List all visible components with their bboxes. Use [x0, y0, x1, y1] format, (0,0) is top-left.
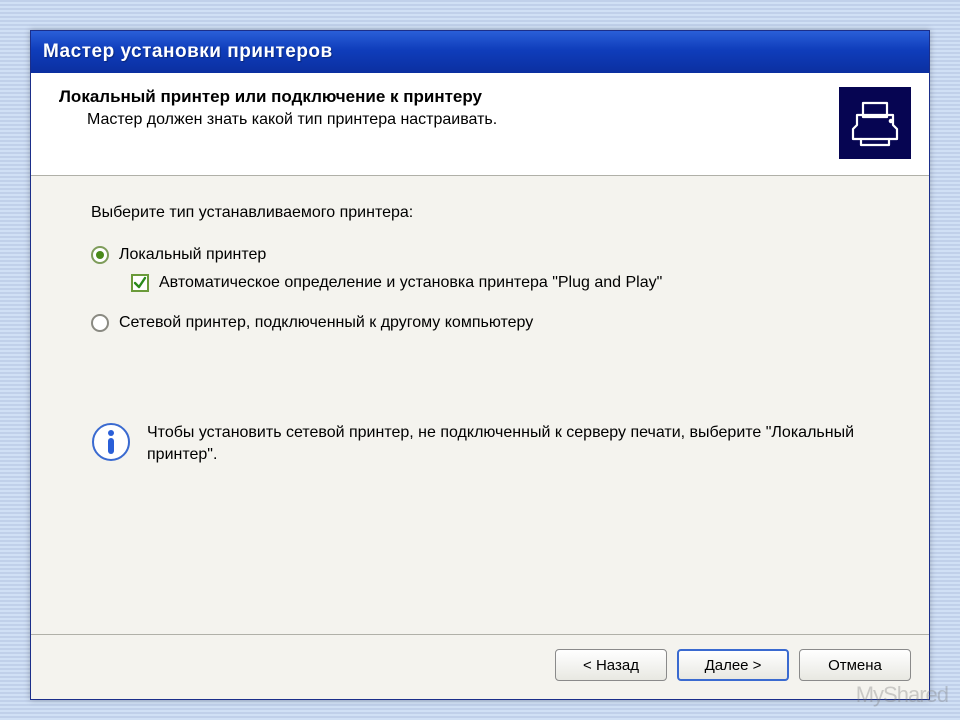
header-subtitle: Мастер должен знать какой тип принтера н… [59, 111, 823, 129]
printer-icon [839, 87, 911, 159]
titlebar: Мастер установки принтеров [31, 31, 929, 73]
header-text: Локальный принтер или подключение к прин… [59, 87, 823, 129]
info-row: Чтобы установить сетевой принтер, не под… [91, 422, 869, 465]
info-text: Чтобы установить сетевой принтер, не под… [147, 422, 869, 465]
radio-network-label: Сетевой принтер, подключенный к другому … [119, 314, 533, 332]
radio-local-label: Локальный принтер [119, 246, 266, 264]
checkbox-icon [131, 274, 149, 292]
header-title: Локальный принтер или подключение к прин… [59, 87, 823, 107]
prompt-text: Выберите тип устанавливаемого принтера: [91, 204, 869, 222]
radio-local-printer[interactable]: Локальный принтер [91, 246, 869, 264]
next-button[interactable]: Далее > [677, 649, 789, 681]
info-icon [91, 422, 131, 462]
checkbox-pnp-label: Автоматическое определение и установка п… [159, 274, 662, 292]
cancel-button[interactable]: Отмена [799, 649, 911, 681]
window-title: Мастер установки принтеров [43, 41, 333, 63]
checkbox-plug-and-play[interactable]: Автоматическое определение и установка п… [131, 274, 869, 292]
back-button[interactable]: < Назад [555, 649, 667, 681]
radio-icon [91, 246, 109, 264]
wizard-footer: < Назад Далее > Отмена [31, 634, 929, 699]
radio-network-printer[interactable]: Сетевой принтер, подключенный к другому … [91, 314, 869, 332]
wizard-window: Мастер установки принтеров Локальный при… [30, 30, 930, 700]
wizard-content: Выберите тип устанавливаемого принтера: … [31, 176, 929, 634]
wizard-header: Локальный принтер или подключение к прин… [31, 73, 929, 176]
radio-icon [91, 314, 109, 332]
